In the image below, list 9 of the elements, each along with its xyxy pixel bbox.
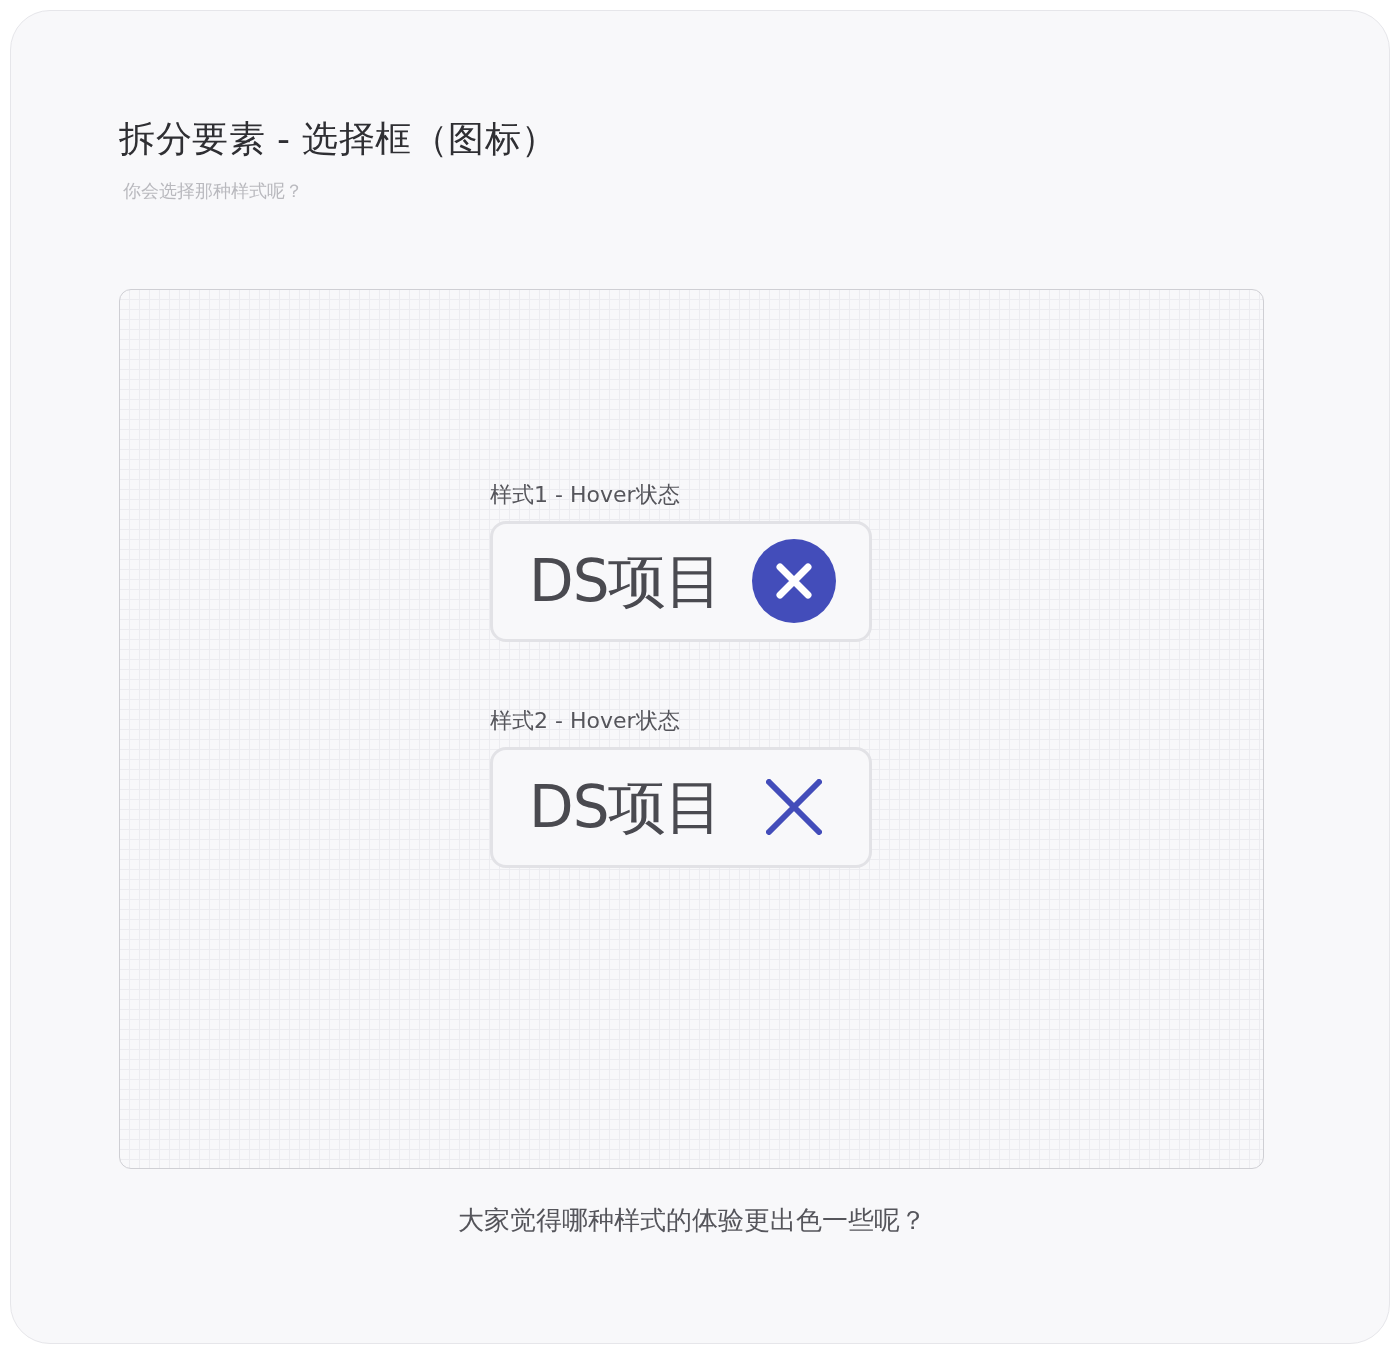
style-label: 样式2 - Hover状态 (490, 707, 680, 735)
close-icon[interactable] (766, 779, 823, 836)
style-label: 样式1 - Hover状态 (490, 481, 680, 509)
close-icon[interactable] (752, 539, 837, 624)
question-text: 大家觉得哪种样式的体验更出色一些呢？ (457, 1204, 926, 1235)
subtitle: 你会选择那种样式呢？ (123, 180, 303, 202)
page-title: 拆分要素 - 选择框（图标） (119, 117, 558, 161)
tag-text: DS项目 (529, 778, 723, 837)
tag-text: DS项目 (529, 552, 723, 611)
